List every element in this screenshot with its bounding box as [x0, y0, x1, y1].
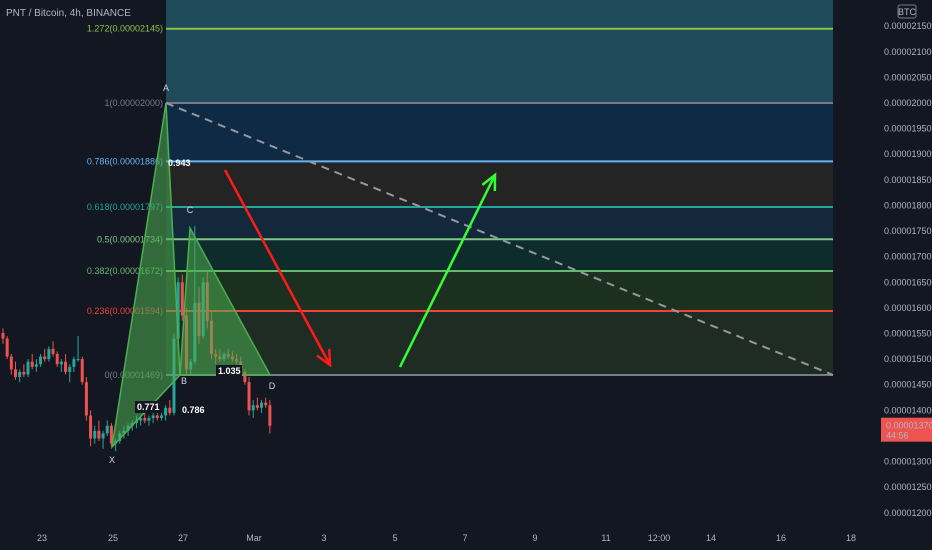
price-tick-label: 0.00002150 — [884, 21, 932, 31]
candle-body — [164, 407, 168, 416]
candle-body — [89, 415, 93, 439]
time-tick-label: 11 — [601, 533, 610, 543]
price-tick-label: 0.00001600 — [884, 303, 932, 313]
candle-body — [1, 332, 5, 339]
price-tick-label: 0.00001850 — [884, 175, 932, 185]
candle-body — [14, 369, 18, 378]
price-tick-label: 0.00001400 — [884, 405, 932, 415]
price-tick-label: 0.00001650 — [884, 277, 932, 287]
candle-body — [84, 382, 88, 416]
candle-body — [260, 402, 264, 408]
candle-body — [72, 359, 76, 367]
candle-body — [80, 359, 84, 383]
candle-body — [30, 361, 34, 367]
candle-body — [55, 353, 59, 365]
candle-body — [143, 418, 147, 421]
fib-band-top — [166, 0, 833, 29]
currency-badge-text: BTC — [898, 7, 917, 17]
countdown-label: 44:56 — [886, 431, 909, 441]
time-tick-label: 5 — [392, 533, 397, 543]
candle-body — [264, 402, 268, 406]
price-axis-bg — [878, 0, 932, 550]
pattern-ratio: 0.943 — [168, 158, 191, 168]
candle-body — [168, 407, 172, 413]
pattern-point-X: X — [109, 455, 115, 465]
time-tick-label: 23 — [37, 533, 47, 543]
price-tick-label: 0.00001950 — [884, 124, 932, 134]
candle-body — [159, 415, 163, 419]
candle-body — [268, 405, 272, 426]
price-tick-label: 0.00001200 — [884, 508, 932, 518]
candle-body — [5, 338, 9, 357]
price-tick-label: 0.00001800 — [884, 200, 932, 210]
candle-body — [93, 430, 97, 439]
time-tick-label: 18 — [846, 533, 856, 543]
time-tick-label: 3 — [321, 533, 326, 543]
price-tick-label: 0.00002050 — [884, 72, 932, 82]
fib-band-0.786 — [166, 161, 833, 207]
pattern-point-B: B — [181, 376, 187, 386]
time-tick-label: 25 — [108, 533, 118, 543]
time-tick-label: 12:00 — [648, 533, 671, 543]
price-tick-label: 0.00001450 — [884, 380, 932, 390]
price-tick-label: 0.00001700 — [884, 252, 932, 262]
candle-body — [68, 366, 72, 372]
candle-body — [251, 405, 255, 411]
price-tick-label: 0.00001500 — [884, 354, 932, 364]
fib-band-0.382 — [166, 271, 833, 311]
candle-body — [51, 348, 55, 354]
candle-body — [9, 356, 13, 370]
candle-body — [147, 418, 151, 421]
pattern-point-D: D — [269, 381, 276, 391]
candlestick-chart[interactable]: 1.272(0.00002145) 1(0.00002000) 0.786(0.00… — [0, 0, 932, 550]
time-tick-label: 16 — [776, 533, 786, 543]
time-tick-label: Mar — [246, 533, 262, 543]
price-tick-label: 0.00001300 — [884, 457, 932, 467]
candle-body — [22, 371, 26, 375]
pattern-ratio: 0.786 — [182, 405, 205, 415]
price-tick-label: 0.00001550 — [884, 329, 932, 339]
candle-body — [151, 415, 155, 419]
pattern-point-C: C — [187, 205, 194, 215]
candle-body — [76, 359, 80, 361]
fib-band-1 — [166, 103, 833, 162]
time-axis: 23 25 27 Mar 3 5 7 9 11 12:00 14 16 18 — [37, 533, 856, 543]
candle-body — [47, 348, 51, 360]
time-tick-label: 14 — [706, 533, 716, 543]
fib-band-1.272 — [166, 28, 833, 104]
candle-body — [59, 361, 63, 365]
candle-body — [34, 364, 38, 367]
time-tick-label: 27 — [178, 533, 188, 543]
candle-body — [64, 361, 68, 372]
candle-body — [18, 371, 22, 378]
price-axis: BTC 0.00002150 0.00002100 0.00002050 0.00002… — [878, 0, 932, 550]
fib-band-0.618 — [166, 206, 833, 240]
candle-body — [39, 356, 43, 365]
candle-body — [255, 405, 259, 408]
price-tick-label: 0.00002100 — [884, 47, 932, 57]
price-tick-label: 0.00001750 — [884, 226, 932, 236]
pattern-point-A: A — [163, 83, 169, 93]
price-tick-label: 0.00001250 — [884, 482, 932, 492]
time-tick-label: 7 — [462, 533, 467, 543]
pattern-ratio: 1.035 — [218, 366, 241, 376]
candle-body — [97, 430, 101, 439]
fib-label-1: 1(0.00002000) — [104, 98, 163, 108]
fib-band-0.236 — [166, 310, 833, 375]
candle-body — [180, 282, 184, 316]
price-tick-label: 0.00002000 — [884, 98, 932, 108]
candle-body — [247, 382, 251, 411]
fib-label-0.786: 0.786(0.00001886) — [87, 156, 163, 166]
candle-body — [105, 425, 109, 434]
time-tick-label: 9 — [532, 533, 537, 543]
candle-body — [155, 415, 159, 419]
fib-label-1.272: 1.272(0.00002145) — [87, 24, 163, 34]
candle-body — [101, 433, 105, 439]
candle-body — [43, 356, 47, 360]
fib-bands — [166, 0, 833, 375]
current-price-label: 0.00001370 — [886, 421, 932, 431]
candle-body — [26, 361, 30, 375]
pattern-ratio: 0.771 — [137, 402, 160, 412]
price-tick-label: 0.00001900 — [884, 149, 932, 159]
